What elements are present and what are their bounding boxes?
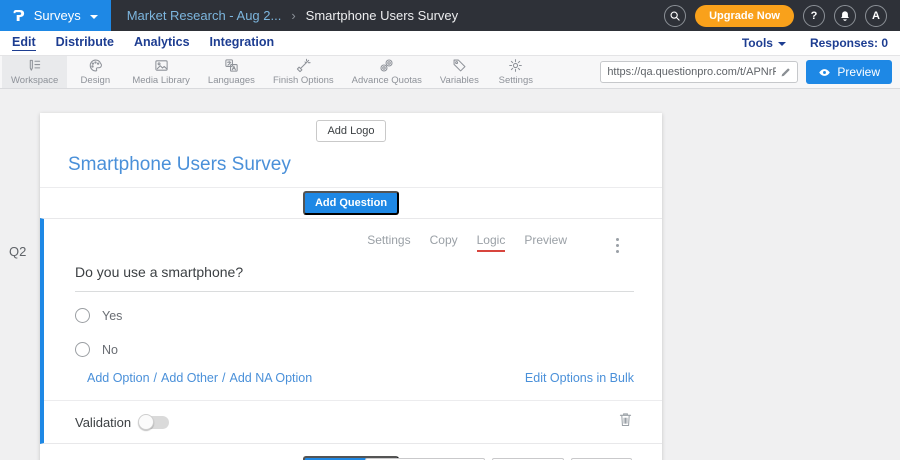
question-tab-copy[interactable]: Copy: [430, 233, 458, 252]
toolbar-right: https://qa.questionpro.com/t/APNrFZgQ Pr…: [600, 56, 900, 88]
nav-tabs: Edit Distribute Analytics Integration: [12, 35, 274, 51]
surveys-app-menu[interactable]: Ɂ Surveys: [0, 0, 111, 31]
workspace-icon: [27, 58, 42, 73]
preview-button[interactable]: Preview: [806, 60, 892, 84]
gear-icon: [508, 58, 523, 73]
option-links-row: Add Option / Add Other / Add NA Option E…: [87, 371, 634, 385]
tab-edit[interactable]: Edit: [12, 35, 36, 51]
toolbar-item-design[interactable]: Design: [67, 56, 123, 88]
validation-label: Validation: [75, 415, 131, 430]
trash-icon: [619, 412, 632, 427]
toolbar-item-label: Languages: [208, 75, 255, 86]
translate-icon: [224, 58, 239, 73]
validation-row: Validation: [44, 401, 662, 435]
upgrade-now-button[interactable]: Upgrade Now: [695, 5, 794, 27]
tag-icon: [452, 58, 467, 73]
question-text[interactable]: Do you use a smartphone?: [75, 264, 634, 292]
tab-integration[interactable]: Integration: [210, 35, 275, 51]
toolbar-item-label: Advance Quotas: [352, 75, 422, 86]
nav-right: Tools Responses: 0: [742, 36, 888, 50]
caret-down-icon: [90, 15, 98, 19]
question-number: Q2: [9, 244, 26, 259]
wand-icon: [296, 58, 311, 73]
section-nav: Edit Distribute Analytics Integration To…: [0, 31, 900, 56]
option-label[interactable]: No: [102, 343, 118, 357]
toolbar-item-languages[interactable]: Languages: [199, 56, 264, 88]
toolbar-item-advance-quotas[interactable]: Advance Quotas: [343, 56, 431, 88]
option-label[interactable]: Yes: [102, 309, 122, 323]
tab-analytics[interactable]: Analytics: [134, 35, 190, 51]
question-tab-settings[interactable]: Settings: [367, 233, 410, 252]
surveys-menu-label: Surveys: [34, 8, 81, 23]
add-logo-button[interactable]: Add Logo: [316, 120, 385, 142]
survey-url-field[interactable]: https://qa.questionpro.com/t/APNrFZgQ: [600, 61, 798, 83]
answer-option-row: No: [75, 342, 662, 357]
palette-icon: [88, 58, 103, 73]
block-footer: Add Question Remove Page Break Separator…: [40, 444, 662, 460]
responses-count[interactable]: Responses: 0: [810, 36, 888, 50]
top-bar: Ɂ Surveys Market Research - Aug 2... › S…: [0, 0, 900, 31]
notifications-button[interactable]: [834, 5, 856, 27]
survey-url-text: https://qa.questionpro.com/t/APNrFZgQ: [607, 66, 776, 78]
toolbar-item-variables[interactable]: Variables: [431, 56, 488, 88]
search-button[interactable]: [664, 5, 686, 27]
avatar[interactable]: A: [865, 5, 887, 27]
preview-label: Preview: [837, 65, 880, 79]
edit-pencil-icon[interactable]: [780, 67, 791, 78]
edit-options-in-bulk-link[interactable]: Edit Options in Bulk: [525, 371, 634, 385]
caret-down-icon: [778, 42, 786, 46]
search-icon: [669, 10, 681, 22]
toolbar-item-label: Media Library: [132, 75, 190, 86]
tab-distribute[interactable]: Distribute: [56, 35, 114, 51]
tools-menu[interactable]: Tools: [742, 36, 786, 50]
question-mark-icon: ?: [811, 10, 818, 22]
questionpro-logo-icon: Ɂ: [13, 7, 25, 25]
breadcrumb-current: Smartphone Users Survey: [306, 8, 458, 23]
toolbar-item-label: Design: [81, 75, 111, 86]
toolbar-item-workspace[interactable]: Workspace: [2, 56, 67, 88]
toolbar-item-finish-options[interactable]: Finish Options: [264, 56, 343, 88]
question-tab-preview[interactable]: Preview: [524, 233, 567, 252]
question-tabs: Settings Copy Logic Preview: [44, 219, 662, 256]
breadcrumb-parent[interactable]: Market Research - Aug 2...: [127, 8, 282, 23]
survey-card: Add Logo Smartphone Users Survey Add Que…: [40, 113, 662, 460]
validation-toggle[interactable]: [140, 416, 169, 429]
avatar-initial: A: [872, 10, 880, 22]
add-question-button-top[interactable]: Add Question: [303, 191, 399, 215]
radio-button[interactable]: [75, 308, 90, 323]
ellipsis-icon: [616, 238, 619, 241]
toolbar-item-label: Finish Options: [273, 75, 334, 86]
survey-title[interactable]: Smartphone Users Survey: [40, 142, 662, 187]
delete-question-button[interactable]: [619, 412, 632, 432]
toolbar-item-label: Workspace: [11, 75, 58, 86]
add-na-option-link[interactable]: Add NA Option: [230, 371, 313, 385]
topbar-actions: Upgrade Now ? A: [664, 5, 900, 27]
add-option-link[interactable]: Add Option: [87, 371, 150, 385]
toolbar-item-label: Settings: [499, 75, 533, 86]
help-button[interactable]: ?: [803, 5, 825, 27]
breadcrumb: Market Research - Aug 2... › Smartphone …: [127, 8, 458, 23]
bell-icon: [839, 10, 851, 22]
toolbar-item-media-library[interactable]: Media Library: [123, 56, 199, 88]
toolbar-item-settings[interactable]: Settings: [488, 56, 544, 88]
add-other-link[interactable]: Add Other: [161, 371, 218, 385]
answer-options: Yes No: [75, 308, 662, 357]
toggle-knob: [138, 414, 154, 430]
editor-toolbar: Workspace Design Media Library Languages…: [0, 56, 900, 89]
link-separator: /: [154, 371, 157, 385]
toolbar-item-label: Variables: [440, 75, 479, 86]
radio-button[interactable]: [75, 342, 90, 357]
question-tab-logic[interactable]: Logic: [477, 233, 506, 252]
workspace-area: Q2 Add Logo Smartphone Users Survey Add …: [0, 89, 900, 460]
breadcrumb-separator-icon: ›: [291, 8, 295, 23]
question-block: Settings Copy Logic Preview Do you use a…: [40, 218, 662, 444]
image-icon: [154, 58, 169, 73]
question-menu-button[interactable]: [614, 236, 621, 255]
chain-links-icon: [379, 58, 394, 73]
link-separator: /: [222, 371, 225, 385]
eye-icon: [818, 66, 831, 79]
tools-label: Tools: [742, 36, 773, 50]
answer-option-row: Yes: [75, 308, 662, 323]
